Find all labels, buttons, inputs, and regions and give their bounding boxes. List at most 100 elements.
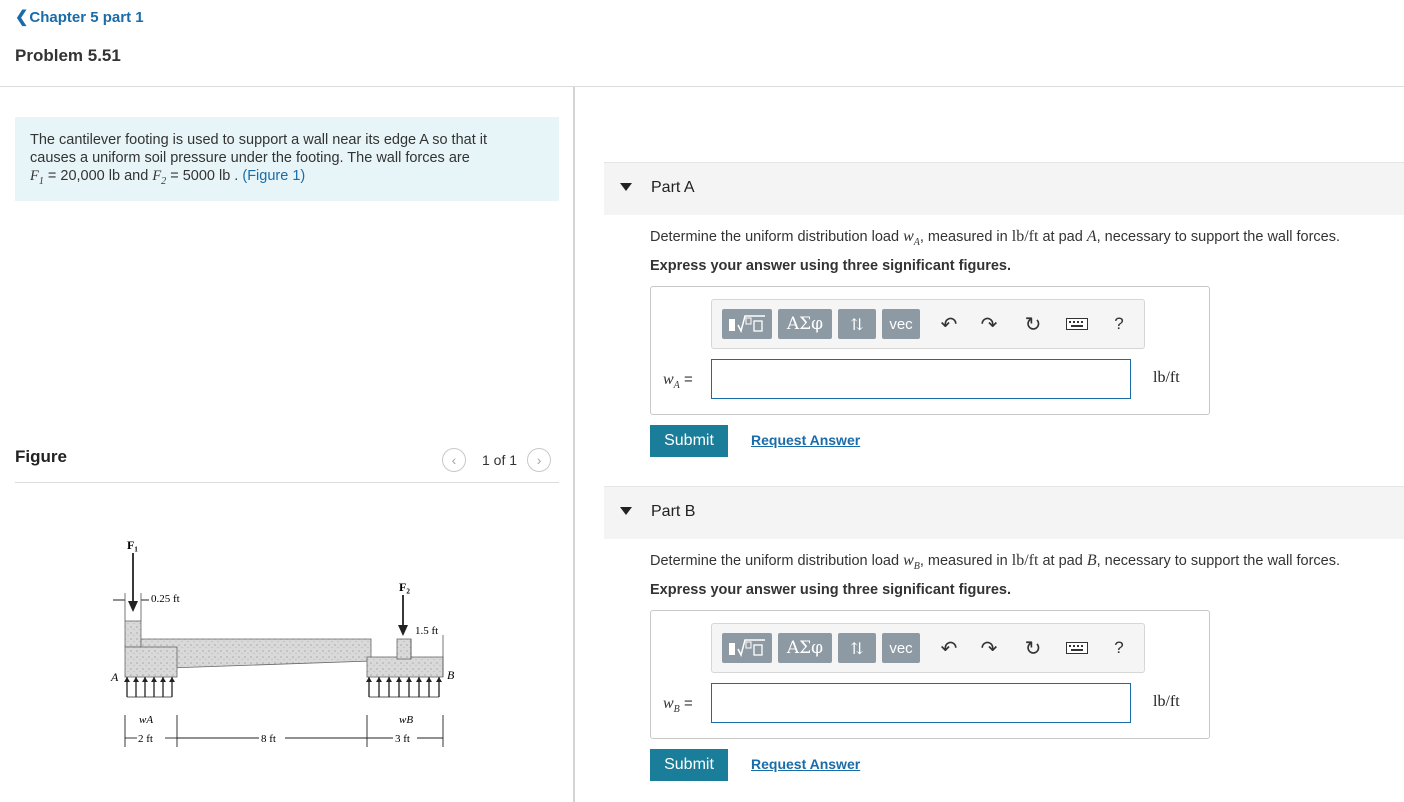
dim-3ft-label: 3 ft [395, 733, 410, 745]
problem-line-3: F1 = 20,000 lb and F2 = 5000 lb . (Figur… [30, 167, 530, 191]
subscript-superscript-button[interactable]: ⇅ [838, 633, 876, 663]
vector-button[interactable]: vec [882, 309, 920, 339]
reset-icon[interactable]: ↻ [1020, 312, 1046, 336]
question-text: , measured in [919, 553, 1008, 569]
answer-label: wA = [663, 371, 693, 392]
part-a-submit-button[interactable]: Submit [650, 425, 728, 457]
f1-label: F₁ [127, 538, 138, 552]
vec-label: vec [889, 315, 913, 333]
chevron-right-icon: › [536, 452, 542, 468]
wall-b [396, 638, 412, 660]
help-label: ? [1114, 314, 1124, 333]
figure-divider [15, 482, 559, 483]
keyboard-icon[interactable] [1064, 636, 1090, 660]
question-text: Determine the uniform distribution load [650, 553, 900, 569]
help-icon[interactable]: ? [1106, 312, 1132, 336]
pad-a [124, 646, 178, 678]
dim-2ft-label: 2 ft [138, 733, 153, 745]
dim-15-label: 1.5 ft [415, 625, 438, 637]
figure-pager: ‹ 1 of 1 › [442, 448, 552, 472]
subscript-superscript-button[interactable]: ⇅ [838, 309, 876, 339]
question-text: at pad [1042, 553, 1083, 569]
wall-a [124, 620, 142, 648]
f1-value: = 20,000 lb and [47, 168, 149, 184]
prev-figure-button[interactable]: ‹ [442, 448, 466, 472]
inline-unit: lb/ft [1011, 552, 1039, 569]
dim-025-label: 0.25 ft [151, 593, 180, 605]
wa-label: wA [139, 714, 153, 726]
math-toolbar: ΑΣφ ⇅ vec ↶ ↷ ↻ ? [711, 623, 1145, 673]
problem-statement-box: The cantilever footing is used to suppor… [15, 117, 559, 201]
arrows-label: ⇅ [850, 314, 864, 334]
undo-icon[interactable]: ↶ [936, 636, 962, 660]
question-text: , necessary to support the wall forces. [1096, 229, 1340, 245]
greek-symbols-button[interactable]: ΑΣφ [778, 309, 832, 339]
vector-button[interactable]: vec [882, 633, 920, 663]
header-divider [0, 86, 1404, 87]
var-wb: wB [903, 552, 920, 573]
figure-count: 1 of 1 [482, 452, 518, 468]
f2-value: = 5000 lb . [170, 168, 239, 184]
part-b-request-answer-link[interactable]: Request Answer [751, 756, 860, 772]
redo-icon[interactable]: ↷ [976, 312, 1002, 336]
templates-button[interactable] [722, 633, 772, 663]
f1-symbol: F1 [30, 168, 44, 187]
redo-icon[interactable]: ↷ [976, 636, 1002, 660]
part-b-answer-input[interactable] [711, 683, 1131, 723]
part-a-question: Determine the uniform distribution load … [650, 228, 1340, 248]
help-icon[interactable]: ? [1106, 636, 1132, 660]
problem-title: Problem 5.51 [15, 46, 121, 65]
question-text: , necessary to support the wall forces. [1096, 553, 1340, 569]
vec-label: vec [889, 639, 913, 657]
part-b-answer-box: ΑΣφ ⇅ vec ↶ ↷ ↻ ? wB = lb/ft [650, 610, 1210, 739]
answer-unit: lb/ft [1153, 369, 1180, 386]
question-text: , measured in [919, 229, 1008, 245]
pad-symbol: A [1086, 228, 1097, 245]
answer-unit: lb/ft [1153, 693, 1180, 710]
back-to-chapter-link[interactable]: ❮Chapter 5 part 1 [15, 7, 144, 27]
problem-line-2: causes a uniform soil pressure under the… [30, 150, 470, 166]
greek-symbols-button[interactable]: ΑΣφ [778, 633, 832, 663]
keyboard-icon[interactable] [1064, 312, 1090, 336]
chevron-left-icon: ❮ [15, 9, 29, 26]
part-a-title: Part A [651, 179, 695, 196]
part-b-title: Part B [651, 503, 696, 520]
point-b-label: B [447, 668, 455, 682]
undo-icon[interactable]: ↶ [936, 312, 962, 336]
arrows-label: ⇅ [850, 638, 864, 658]
radical-template-icon [729, 639, 765, 658]
greek-label: ΑΣφ [786, 638, 824, 658]
part-b-question: Determine the uniform distribution load … [650, 552, 1340, 572]
dim-8ft-label: 8 ft [261, 733, 276, 745]
figure-link[interactable]: (Figure 1) [242, 168, 305, 184]
math-toolbar: ΑΣφ ⇅ vec ↶ ↷ ↻ ? [711, 299, 1145, 349]
column-divider [573, 87, 575, 802]
back-link-label: Chapter 5 part 1 [29, 9, 144, 26]
cantilever-footing-figure: F₁ 0.25 ft F₂ 1.5 ft A B wA wB 2 ft 8 ft… [110, 538, 455, 747]
reset-icon[interactable]: ↻ [1020, 636, 1046, 660]
wb-label: wB [399, 714, 413, 726]
part-a-header[interactable]: Part A [604, 162, 1404, 215]
pad-b [366, 656, 444, 678]
radical-template-icon [729, 315, 765, 334]
answer-label: wB = [663, 695, 693, 716]
var-wa: wA [903, 228, 920, 249]
part-b-header[interactable]: Part B [604, 486, 1404, 539]
collapse-triangle-icon [620, 507, 632, 515]
part-b-submit-button[interactable]: Submit [650, 749, 728, 781]
inline-unit: lb/ft [1011, 228, 1039, 245]
question-text: at pad [1042, 229, 1083, 245]
f1-arrowhead [128, 601, 138, 612]
next-figure-button[interactable]: › [527, 448, 552, 472]
greek-label: ΑΣφ [786, 314, 824, 334]
pad-symbol: B [1086, 552, 1097, 569]
problem-statement: The cantilever footing is used to suppor… [30, 131, 530, 191]
part-a-answer-input[interactable] [711, 359, 1131, 399]
templates-button[interactable] [722, 309, 772, 339]
point-a-label: A [110, 670, 119, 684]
pressure-arrows-a [126, 677, 173, 698]
chevron-left-icon: ‹ [451, 452, 457, 468]
collapse-triangle-icon [620, 183, 632, 191]
f2-label: F₂ [399, 580, 410, 594]
part-a-request-answer-link[interactable]: Request Answer [751, 432, 860, 448]
